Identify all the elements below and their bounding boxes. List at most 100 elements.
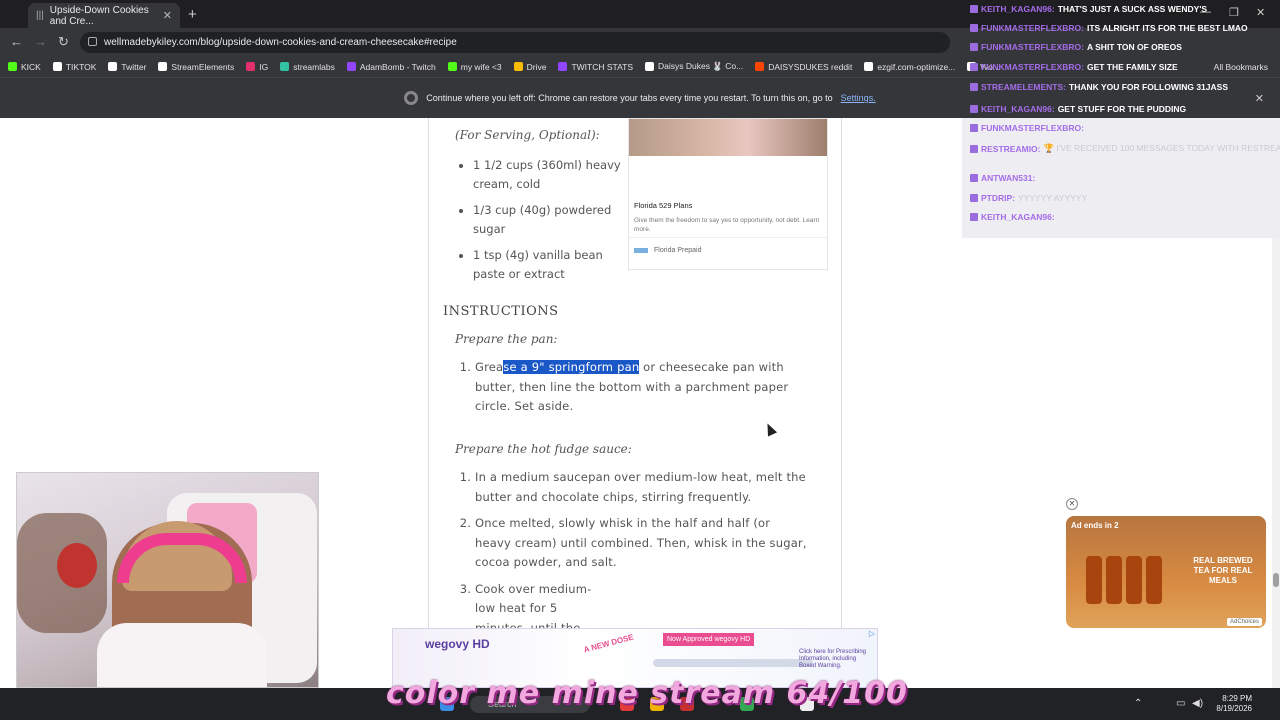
- taskbar-clock[interactable]: 8:29 PM 8/19/2026: [1216, 694, 1252, 714]
- bookmark-favicon-icon: [755, 62, 765, 71]
- banner-new-dose: A NEW DOSE: [582, 632, 635, 655]
- twitch-badge-icon: [970, 213, 978, 221]
- chat-text: A SHIT TON OF OREOS: [1086, 42, 1182, 52]
- webcam-feed: [16, 472, 319, 688]
- video-ad[interactable]: Ad ends in 2 REAL BREWED TEA FOR REAL ME…: [1066, 516, 1266, 628]
- chat-text: THANK YOU FOR FOLLOWING 31JASS: [1069, 82, 1228, 92]
- bookmark-item[interactable]: Drive: [513, 62, 546, 72]
- bookmark-item[interactable]: AdamBomb - Twitch: [346, 62, 436, 72]
- bookmark-label: Daisys Dukes 🐰 Co...: [658, 61, 744, 71]
- adchoices-icon[interactable]: ▷: [869, 629, 875, 638]
- chat-username: FUNKMASTERFLEXBRO:: [981, 23, 1084, 33]
- chat-message: KEITH_KAGAN96:: [970, 212, 1058, 222]
- settings-link[interactable]: Settings.: [841, 93, 876, 103]
- bookmark-item[interactable]: TIKTOK: [52, 62, 96, 72]
- url-text: wellmadebykiley.com/blog/upside-down-coo…: [104, 37, 457, 48]
- bookmark-item[interactable]: streamlabs: [280, 62, 335, 72]
- twitch-badge-icon: [970, 144, 978, 153]
- bookmark-label: TWITCH STATS: [571, 61, 633, 72]
- chat-username: KEITH_KAGAN96:: [981, 104, 1055, 114]
- adchoices-link[interactable]: AdChoices: [1226, 618, 1262, 626]
- chat-username: PTDRIP:: [981, 193, 1015, 203]
- bookmark-item[interactable]: DAISYSDUKES reddit: [755, 62, 852, 72]
- bookmark-label: streamlabs: [293, 61, 335, 72]
- twitch-badge-icon: [970, 5, 978, 13]
- chat-message: FUNKMASTERFLEXBRO:: [970, 123, 1087, 133]
- chat-text: YYYYYY AYYYYY: [1018, 193, 1088, 203]
- chat-username: FUNKMASTERFLEXBRO:: [981, 123, 1084, 133]
- bookmark-favicon-icon: [108, 62, 118, 71]
- chat-message: FUNKMASTERFLEXBRO: A SHIT TON OF OREOS: [970, 42, 1182, 52]
- bookmark-label: IG: [259, 61, 269, 72]
- browser-tab[interactable]: ||| Upside-Down Cookies and Cre... ✕: [28, 3, 180, 28]
- site-info-icon[interactable]: [88, 37, 97, 46]
- ad-description: Give them the freedom to say yes to oppo…: [634, 217, 820, 233]
- twitch-badge-icon: [970, 83, 978, 91]
- reload-icon[interactable]: ↻: [58, 34, 69, 50]
- address-bar[interactable]: wellmadebykiley.com/blog/upside-down-coo…: [80, 32, 950, 53]
- ingredient-list: 1 1/2 cups (360ml) heavy cream, cold 1/3…: [459, 156, 629, 291]
- forward-icon[interactable]: →: [34, 34, 47, 49]
- bookmark-item[interactable]: Twitter: [108, 62, 146, 72]
- chat-message: PTDRIP: YYYYYY AYYYYY: [970, 193, 1087, 203]
- bookmark-favicon-icon: [346, 62, 356, 71]
- chat-message: FUNKMASTERFLEXBRO: GET THE FAMILY SIZE: [970, 62, 1178, 72]
- bookmark-item[interactable]: TWITCH STATS: [558, 62, 633, 72]
- chat-message: KEITH_KAGAN96: GET STUFF FOR THE PUDDING: [970, 104, 1186, 114]
- list-item: 1 tsp (4g) vanilla bean paste or extract: [473, 246, 629, 284]
- bookmark-item[interactable]: Daisys Dukes 🐰 Co...: [645, 61, 743, 72]
- list-item: Grease a 9" springform pan or cheesecake…: [475, 358, 809, 417]
- ad-brand: Florida Prepaid: [634, 247, 701, 254]
- bookmark-favicon-icon: [246, 62, 256, 71]
- tab-close-icon[interactable]: ✕: [163, 9, 172, 22]
- prepare-pan-heading: Prepare the pan:: [455, 332, 558, 346]
- bookmark-label: my wife <3: [460, 61, 502, 72]
- bookmark-item[interactable]: StreamElements: [158, 62, 234, 72]
- ad-countdown: Ad ends in 2: [1071, 521, 1119, 530]
- close-ad-icon[interactable]: ✕: [1066, 498, 1078, 510]
- bookmark-item[interactable]: IG: [246, 62, 268, 72]
- chat-message: FUNKMASTERFLEXBRO: ITS ALRIGHT ITS FOR TH…: [970, 23, 1248, 33]
- back-icon[interactable]: ←: [10, 34, 23, 49]
- side-ad[interactable]: Florida 529 Plans Give them the freedom …: [628, 118, 828, 270]
- network-icon[interactable]: ▭: [1176, 698, 1185, 709]
- tray-chevron-icon[interactable]: ⌃: [1134, 698, 1142, 709]
- stream-title-overlay: color me mine stream 64/100: [386, 676, 908, 711]
- chat-username: STREAMELEMENTS:: [981, 82, 1066, 92]
- chat-text: THAT'S JUST A SUCK ASS WENDY'S: [1057, 4, 1208, 14]
- bookmark-item[interactable]: my wife <3: [447, 61, 502, 72]
- banner-click-text[interactable]: Click here for Prescribing Information, …: [799, 649, 869, 670]
- twitch-badge-icon: [970, 105, 978, 113]
- pen-image: [653, 659, 813, 667]
- twitch-badge-icon: [970, 194, 978, 202]
- chat-text: GET STUFF FOR THE PUDDING: [1057, 104, 1187, 114]
- volume-icon[interactable]: ◀): [1192, 698, 1203, 709]
- list-item: Once melted, slowly whisk in the half an…: [475, 514, 809, 573]
- tab-favicon-icon: |||: [36, 10, 44, 21]
- restore-message: Continue where you left off: Chrome can …: [426, 93, 833, 103]
- new-tab-button[interactable]: +: [188, 6, 197, 23]
- chat-text: 🏆 I'VE RECEIVED 100 MESSAGES TODAY WITH …: [1043, 143, 1280, 153]
- ad-title: Florida 529 Plans: [634, 201, 693, 210]
- scrollbar-thumb[interactable]: [1273, 573, 1279, 587]
- selected-text[interactable]: se a 9" springform pan: [503, 360, 640, 374]
- divider: [629, 237, 827, 238]
- bookmark-favicon-icon: [8, 62, 17, 71]
- instructions-heading: INSTRUCTIONS: [443, 304, 559, 319]
- brand-logo-icon: [634, 248, 648, 253]
- chat-username: KEITH_KAGAN96:: [981, 212, 1055, 222]
- bookmark-favicon-icon: [864, 62, 874, 71]
- clock-time: 8:29 PM: [1222, 694, 1252, 703]
- banner-brand: wegovy HD: [425, 637, 490, 651]
- pan-steps: Grease a 9" springform pan or cheesecake…: [459, 358, 809, 424]
- bookmark-item[interactable]: ezgif.com-optimize...: [864, 62, 955, 72]
- chat-message: ANTWAN531:: [970, 173, 1038, 183]
- bookmark-item[interactable]: KICK: [8, 62, 41, 72]
- chat-text: GET THE FAMILY SIZE: [1086, 62, 1178, 72]
- chat-text: ITS ALRIGHT ITS FOR THE BEST LMAO: [1086, 23, 1248, 33]
- serving-heading: (For Serving, Optional):: [455, 128, 600, 142]
- bookmark-label: ezgif.com-optimize...: [877, 61, 956, 72]
- ad-tagline: REAL BREWED TEA FOR REAL MEALS: [1193, 556, 1253, 585]
- chat-username: ANTWAN531:: [981, 173, 1036, 183]
- bookmark-label: KICK: [21, 61, 41, 72]
